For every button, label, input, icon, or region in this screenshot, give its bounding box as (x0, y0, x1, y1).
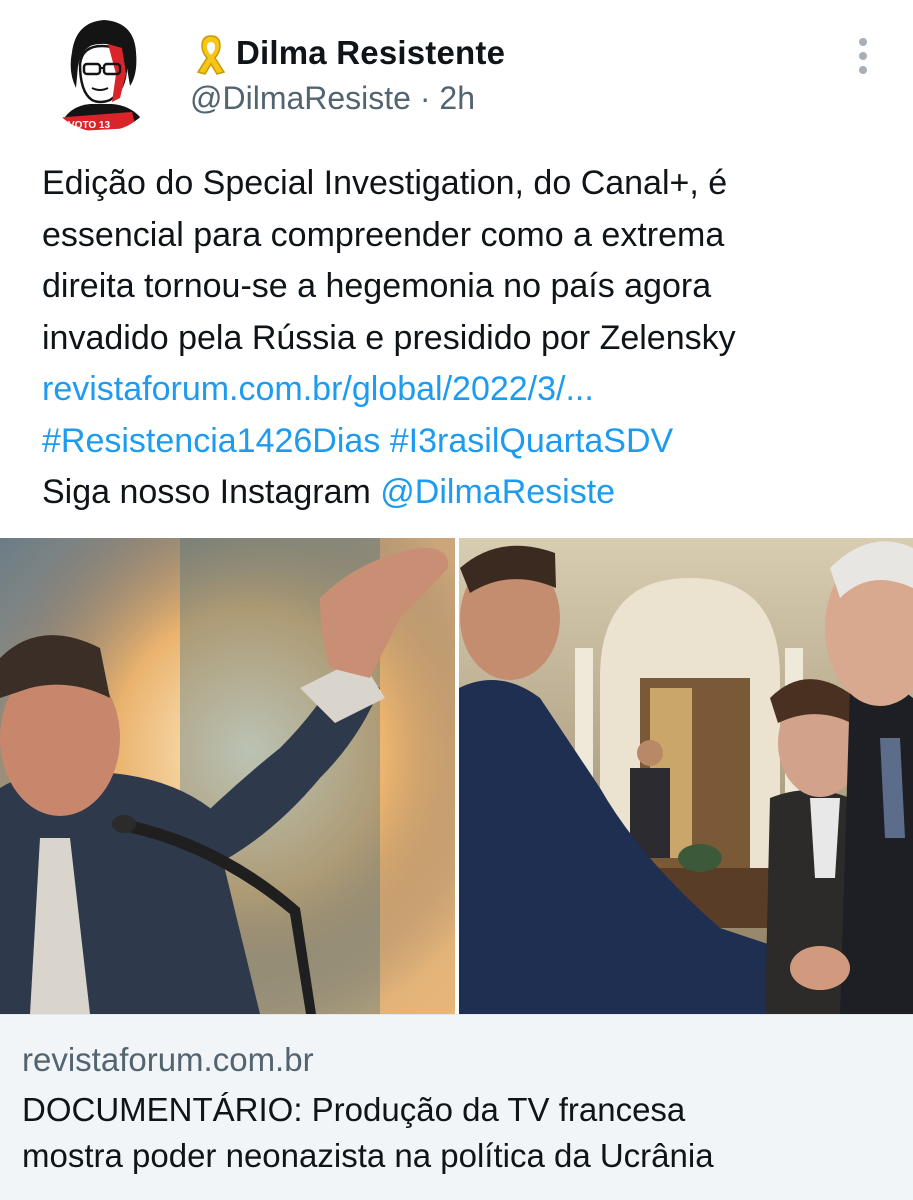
instagram-mention[interactable]: @DilmaResiste (380, 473, 615, 511)
more-vertical-icon (859, 38, 867, 46)
yellow-ribbon-icon (196, 35, 226, 75)
card-title-line: mostra poder neonazista na política da U… (22, 1137, 714, 1174)
card-title: DOCUMENTÁRIO: Produção da TV francesa mo… (22, 1087, 902, 1179)
link-card[interactable]: revistaforum.com.br DOCUMENTÁRIO: Produç… (0, 538, 913, 1200)
card-domain: revistaforum.com.br (22, 1041, 314, 1078)
card-title-line: DOCUMENTÁRIO: Produção da TV francesa (22, 1091, 686, 1128)
author-display-name[interactable]: Dilma Resistente (236, 34, 505, 72)
article-link[interactable]: revistaforum.com.br/global/2022/3/... (42, 364, 872, 416)
tweet-header: VOTO 13 Dilma Resistente @DilmaResiste ·… (0, 0, 913, 150)
hashtag-brasil[interactable]: #I3rasilQuartaSDV (390, 422, 673, 460)
tweet-text-line: direita tornou-se a hegemonia no país ag… (42, 267, 712, 305)
avatar-image: VOTO 13 (42, 14, 160, 132)
author-handle-row: @DilmaResiste · 2h (190, 80, 475, 117)
tweet-text: Edição do Special Investigation, do Cana… (42, 158, 872, 519)
avatar[interactable]: VOTO 13 (42, 14, 160, 132)
card-footer[interactable]: revistaforum.com.br DOCUMENTÁRIO: Produç… (0, 1014, 913, 1200)
author-handle[interactable]: @DilmaResiste (190, 80, 411, 116)
tweet-text-line: invadido pela Rússia e presidido por Zel… (42, 318, 736, 357)
instagram-line: Siga nosso Instagram @DilmaResiste (42, 467, 872, 519)
hashtag-line: #Resistencia1426Dias #I3rasilQuartaSDV (42, 416, 872, 468)
more-options-button[interactable] (848, 36, 878, 76)
time-separator: · (419, 80, 431, 116)
instagram-text: Siga nosso Instagram (42, 473, 371, 511)
tweet-text-line: Edição do Special Investigation, do Cana… (42, 164, 728, 202)
hashtag-resistencia[interactable]: #Resistencia1426Dias (42, 422, 380, 460)
tweet-text-line: essencial para compreender como a extrem… (42, 215, 725, 254)
avatar-caption: VOTO 13 (68, 120, 110, 131)
card-image[interactable] (0, 538, 913, 1014)
tweet-time[interactable]: 2h (439, 80, 475, 116)
card-photo-collage (0, 538, 913, 1014)
author-name-row[interactable]: Dilma Resistente (190, 30, 505, 76)
